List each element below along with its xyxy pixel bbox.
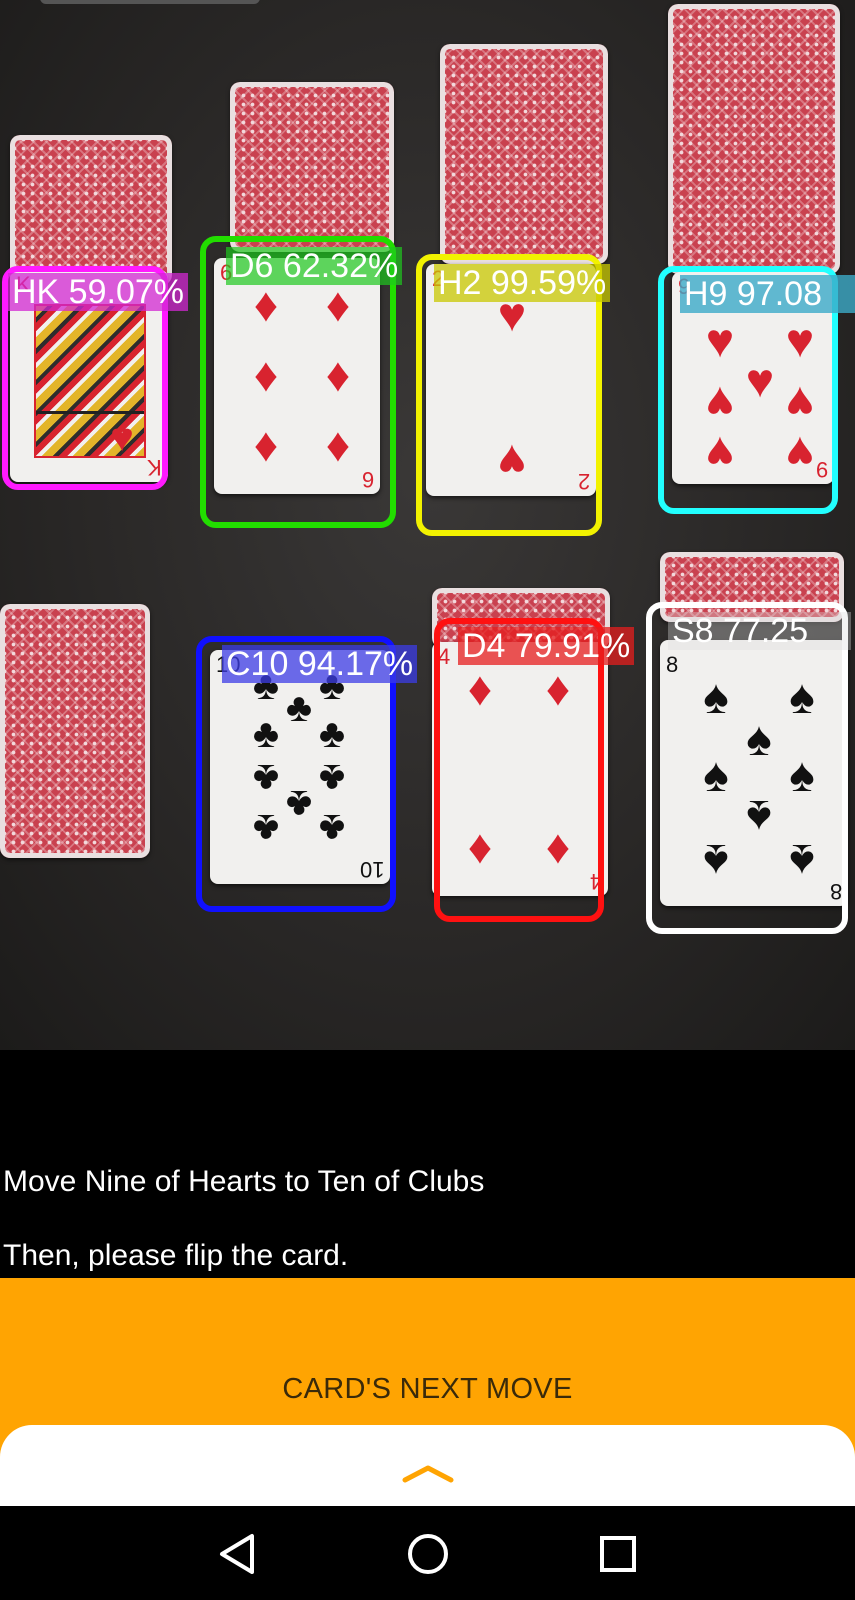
card-back-pile	[230, 82, 394, 252]
back-triangle-icon[interactable]	[208, 1524, 268, 1584]
detection-label: H2 99.59%	[434, 264, 611, 302]
detection-label: H9 97.08	[680, 275, 855, 313]
card-back-pile	[10, 135, 172, 285]
detection-label: D4 79.91%	[458, 627, 635, 665]
card-back-pile	[440, 44, 608, 264]
move-instruction-text: Move Nine of Hearts to Ten of Clubs	[3, 1165, 485, 1198]
instruction-panel: Move Nine of Hearts to Ten of Clubs Then…	[0, 1050, 855, 1280]
home-circle-icon[interactable]	[398, 1524, 458, 1584]
camera-notch	[40, 0, 260, 4]
card-back-pile	[668, 4, 840, 274]
chevron-up-icon[interactable]	[402, 1463, 454, 1483]
detection-label: C10 94.17%	[222, 645, 418, 683]
flip-instruction-text: Then, please flip the card.	[3, 1239, 349, 1272]
detection-label: D6 62.32%	[226, 247, 403, 285]
bottom-sheet[interactable]	[0, 1425, 855, 1506]
stock-pile[interactable]	[0, 604, 150, 858]
next-move-button-label: CARD'S NEXT MOVE	[282, 1373, 573, 1405]
detection-label: S8 77.25	[668, 612, 851, 650]
detection-box	[646, 602, 848, 934]
system-navigation-bar	[0, 1506, 855, 1600]
camera-preview: K ♥ K 6 ♦ ♦ ♦ ♦ ♦ ♦ 6 2 ♥ ♥ 2 9 ♥ ♥ ♥ ♥ …	[0, 0, 855, 1050]
recents-square-icon[interactable]	[588, 1524, 648, 1584]
detection-label: HK 59.07%	[8, 273, 188, 311]
